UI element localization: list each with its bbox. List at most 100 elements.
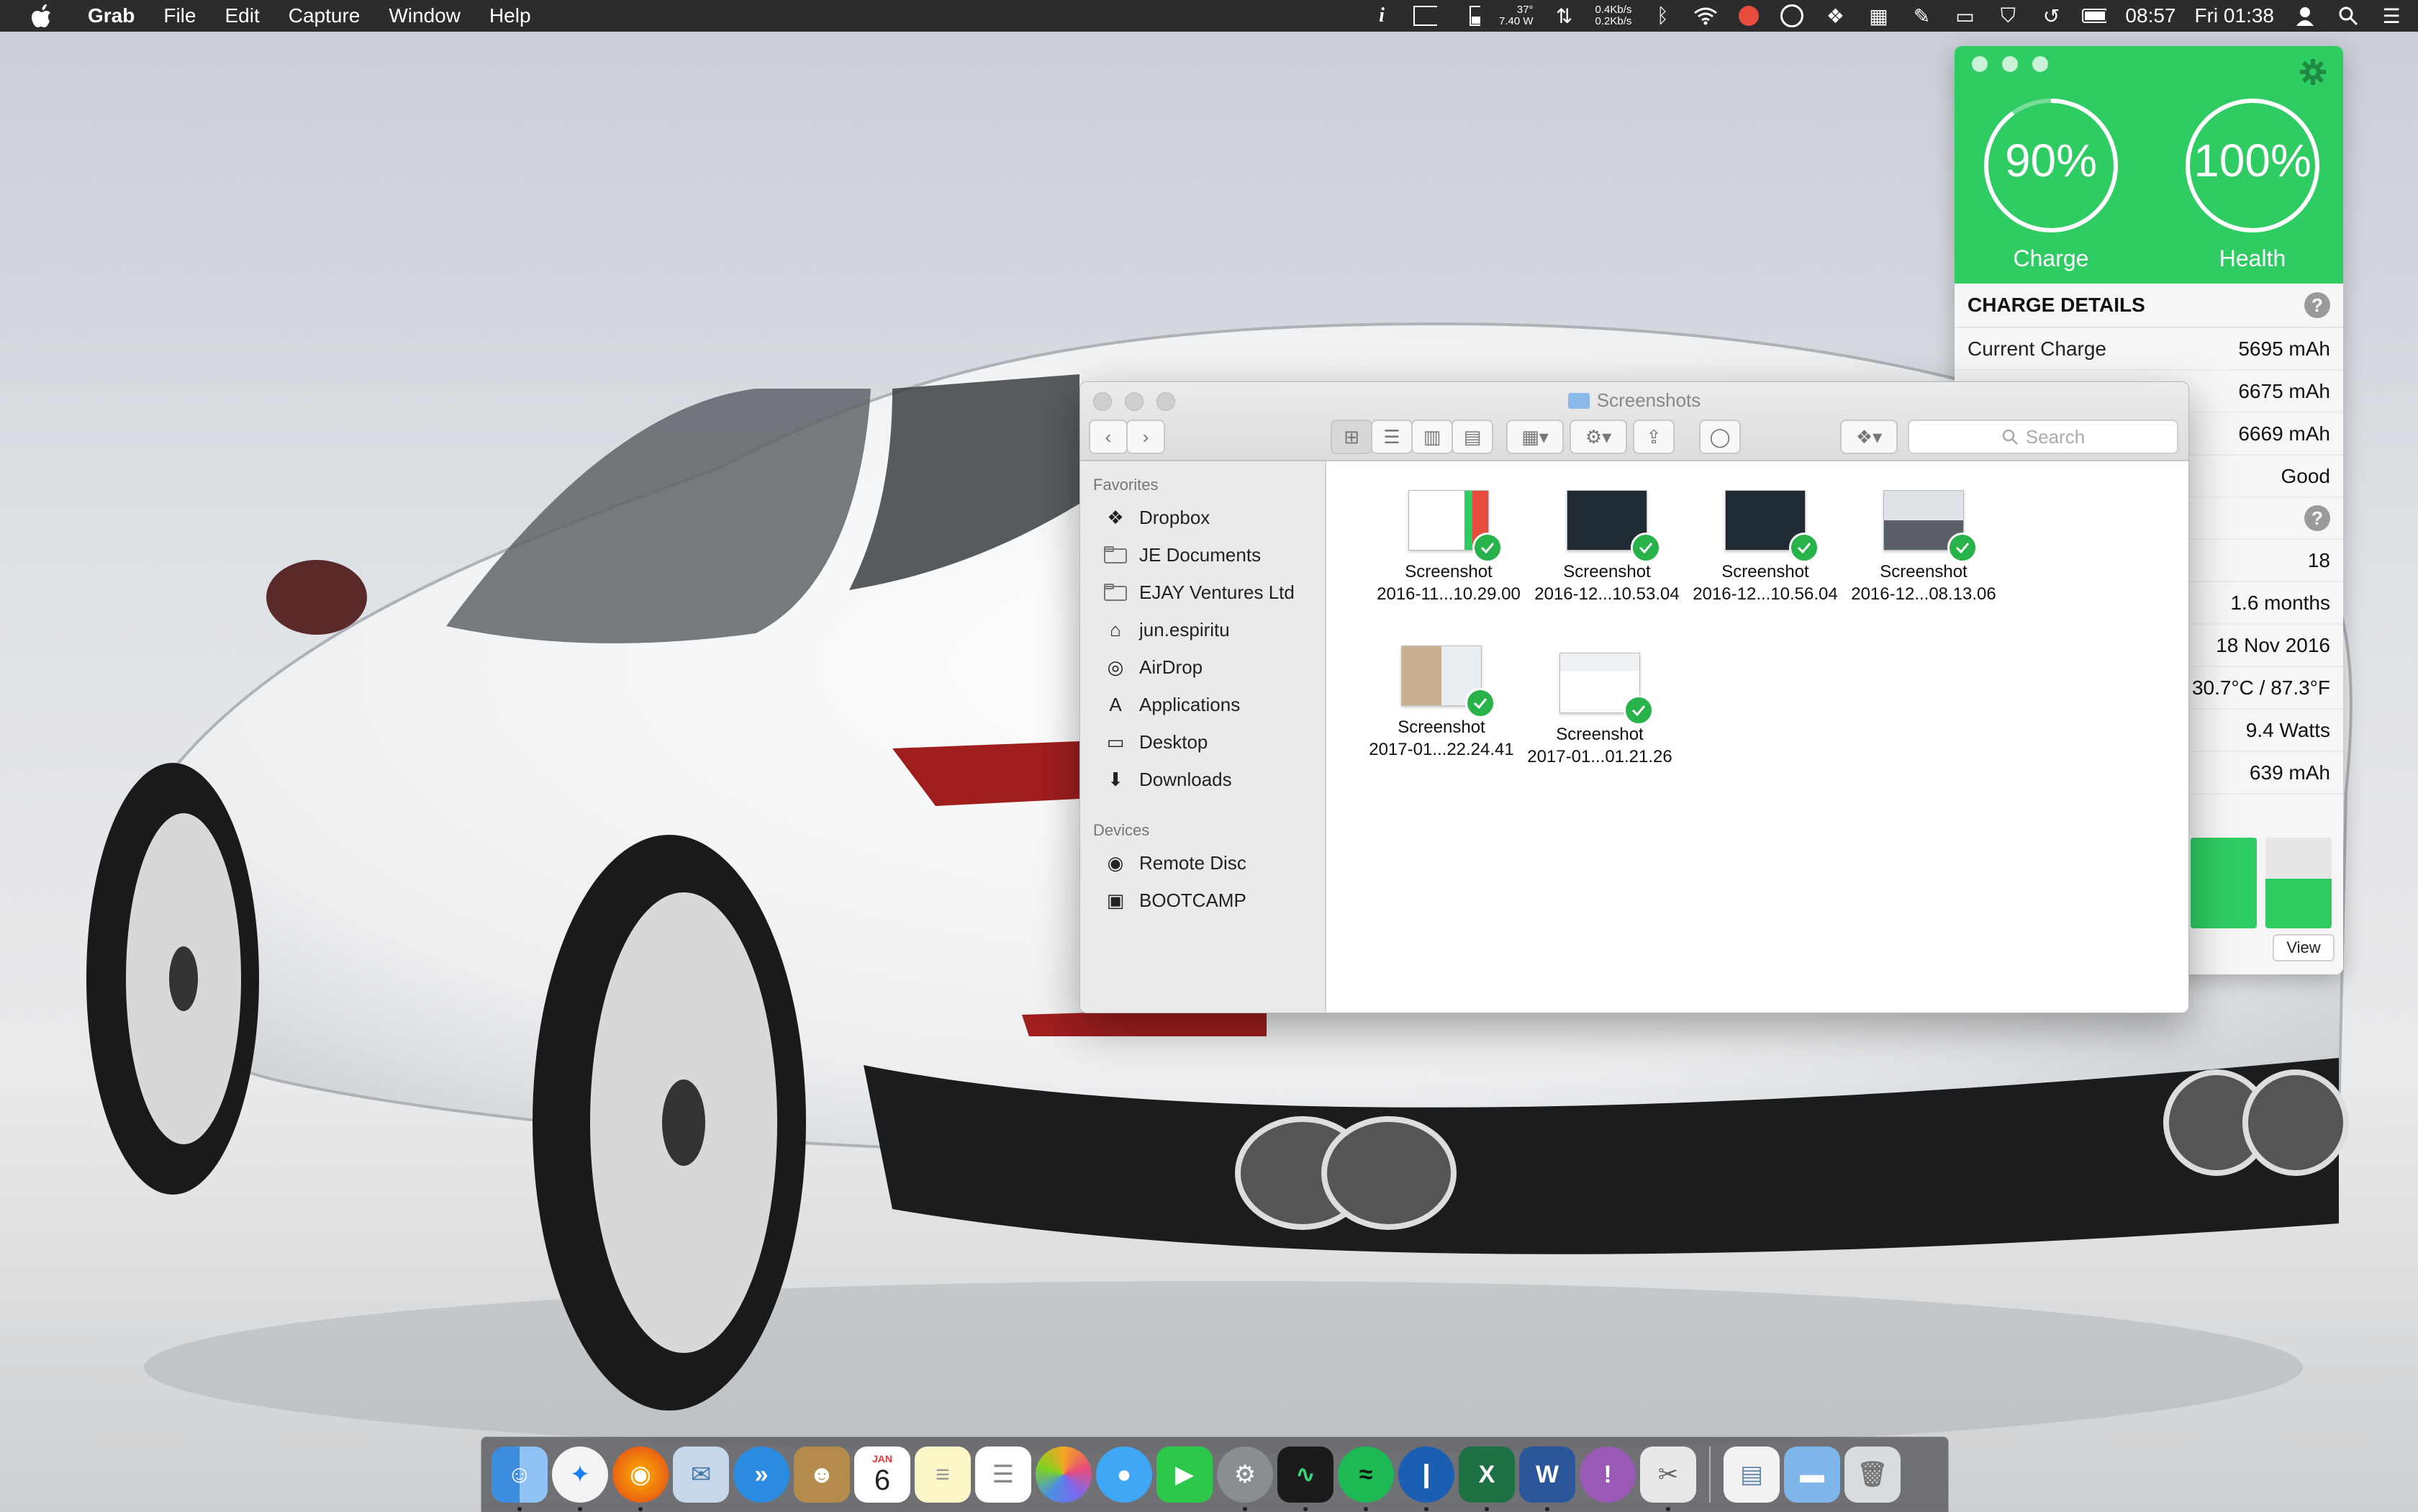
action-gear-button[interactable]: ⚙▾: [1570, 420, 1627, 454]
preview-icon[interactable]: ✂: [1640, 1447, 1696, 1511]
health-gauge: 100% Health: [2181, 94, 2324, 272]
menu-file[interactable]: File: [149, 0, 210, 32]
fast-forward-icon[interactable]: »: [733, 1447, 789, 1503]
menu-capture[interactable]: Capture: [274, 0, 375, 32]
battery-icon[interactable]: [2082, 5, 2107, 27]
gear-icon[interactable]: [2299, 58, 2327, 86]
spotlight-search-icon[interactable]: [2336, 5, 2360, 27]
file-item[interactable]: Screenshot 2016-12...10.53.04: [1528, 490, 1686, 605]
facetime-icon[interactable]: ▶: [1156, 1447, 1213, 1503]
airplay-icon[interactable]: ▭: [1952, 5, 1977, 27]
battery-time-text[interactable]: 08:57: [2125, 0, 2175, 32]
health-label: Health: [2219, 245, 2286, 271]
sidebar-item-home[interactable]: ⌂ jun.espiritu: [1080, 611, 1325, 648]
menu-help[interactable]: Help: [475, 0, 545, 32]
excel-icon[interactable]: X: [1459, 1447, 1515, 1511]
column-view-button[interactable]: ▥: [1411, 420, 1453, 454]
tags-button[interactable]: ◯: [1699, 420, 1741, 454]
file-item[interactable]: Screenshot 2016-12...10.56.04: [1686, 490, 1844, 605]
sidebar-item-desktop[interactable]: ▭ Desktop: [1080, 723, 1325, 761]
network-arrows-icon[interactable]: ⇅: [1552, 5, 1577, 27]
sidebar-item-je-documents[interactable]: JE Documents: [1080, 536, 1325, 574]
system-preferences-icon[interactable]: ⚙: [1217, 1447, 1273, 1511]
minimize-button[interactable]: [2002, 56, 2018, 72]
documents-stack-icon[interactable]: ▤: [1724, 1447, 1780, 1503]
zoom-button[interactable]: [2032, 56, 2048, 72]
safari-icon[interactable]: ✦: [552, 1447, 608, 1511]
cover-flow-button[interactable]: ▤: [1452, 420, 1493, 454]
calendar-icon[interactable]: JAN 6: [854, 1447, 910, 1503]
sidebar-item-airdrop[interactable]: ◎ AirDrop: [1080, 648, 1325, 686]
contacts-icon[interactable]: ☻: [794, 1447, 850, 1503]
sidebar-item-bootcamp[interactable]: ▣ BOOTCAMP: [1080, 882, 1325, 919]
list-view-button[interactable]: ☰: [1371, 420, 1413, 454]
file-item[interactable]: Screenshot 2016-11...10.29.00: [1369, 490, 1528, 605]
clock-text[interactable]: Fri 01:38: [2195, 0, 2275, 32]
activity-monitor-icon[interactable]: ∿: [1277, 1447, 1333, 1511]
close-button[interactable]: [1972, 56, 1988, 72]
cpu-meter-icon[interactable]: [1413, 5, 1438, 27]
sidebar-item-downloads[interactable]: ⬇ Downloads: [1080, 761, 1325, 798]
reminders-icon[interactable]: ☰: [975, 1447, 1031, 1503]
file-item[interactable]: Screenshot 2016-12...08.13.06: [1844, 490, 2003, 605]
menu-edit[interactable]: Edit: [210, 0, 273, 32]
sidebar-item-ejay-ventures[interactable]: EJAY Ventures Ltd: [1080, 574, 1325, 611]
sync-check-icon: [1472, 533, 1503, 563]
bluetooth-icon[interactable]: ᛒ: [1650, 4, 1675, 27]
notes-icon[interactable]: ≡: [915, 1447, 971, 1503]
sidebar-item-remote-disc[interactable]: ◉ Remote Disc: [1080, 844, 1325, 882]
file-item[interactable]: Screenshot 2017-01...01.21.26: [1521, 653, 1679, 768]
help-icon[interactable]: ?: [2304, 505, 2330, 531]
info-icon[interactable]: i: [1369, 4, 1394, 27]
dropbox-menu-icon[interactable]: ❖: [1823, 5, 1847, 27]
messages-icon[interactable]: ●: [1096, 1447, 1152, 1503]
battery-history-bars: [2191, 838, 2332, 928]
lock-app-icon[interactable]: [1736, 5, 1761, 27]
firefox-icon[interactable]: ◉: [612, 1447, 669, 1511]
forward-button[interactable]: ›: [1126, 420, 1165, 454]
search-field[interactable]: Search: [1908, 420, 2178, 454]
trash-icon[interactable]: 🗑: [1844, 1447, 1901, 1503]
file-date: 2016-11...10.29.00: [1377, 584, 1521, 604]
shield-icon[interactable]: ⛉: [1996, 4, 2020, 27]
apple-menu-icon[interactable]: [26, 0, 58, 32]
charge-details-title: CHARGE DETAILS: [1968, 294, 2145, 316]
file-date: 2016-12...10.56.04: [1693, 584, 1838, 604]
file-name: Screenshot: [1721, 562, 1809, 581]
network-readout[interactable]: 0.4Kb/s 0.2Kb/s: [1595, 4, 1632, 27]
search-placeholder: Search: [2025, 425, 2086, 448]
file-item[interactable]: Screenshot 2017-01...22.24.41: [1362, 646, 1521, 761]
eraser-icon[interactable]: ✎: [1909, 5, 1934, 27]
photos-icon[interactable]: [1036, 1447, 1092, 1503]
sidebar-item-label: jun.espiritu: [1139, 618, 1230, 640]
charge-gauge: 90% Charge: [1979, 94, 2123, 272]
menu-app-name[interactable]: Grab: [73, 0, 149, 32]
sidebar-item-dropbox[interactable]: ❖ Dropbox: [1080, 499, 1325, 536]
onepassword-menu-icon[interactable]: [1780, 4, 1804, 27]
memory-meter-icon[interactable]: [1456, 5, 1481, 27]
applications-folder-icon[interactable]: ▬: [1784, 1447, 1840, 1503]
menu-window[interactable]: Window: [374, 0, 475, 32]
wifi-icon[interactable]: [1693, 5, 1718, 27]
temperature-text: 37°: [1516, 4, 1534, 16]
help-icon[interactable]: ?: [2304, 292, 2330, 318]
purple-app-icon[interactable]: !: [1580, 1447, 1636, 1503]
layout-grid-icon[interactable]: ▦: [1866, 5, 1891, 27]
time-machine-icon[interactable]: ↺: [2039, 5, 2063, 27]
sidebar-item-applications[interactable]: A Applications: [1080, 686, 1325, 723]
user-icon[interactable]: [2293, 5, 2317, 27]
icon-view-button[interactable]: ⊞: [1331, 420, 1372, 454]
back-button[interactable]: ‹: [1089, 420, 1128, 454]
share-button[interactable]: ⇪: [1633, 420, 1675, 454]
sensor-readout[interactable]: 37° 7.40 W: [1499, 4, 1534, 27]
arrange-button[interactable]: ▦▾: [1506, 420, 1564, 454]
mail-icon[interactable]: ✉: [673, 1447, 729, 1503]
1password-icon[interactable]: ❙: [1398, 1447, 1454, 1511]
finder-icon[interactable]: ☺: [492, 1447, 548, 1511]
notification-center-icon[interactable]: ☰: [2379, 5, 2404, 27]
file-name: Screenshot: [1563, 562, 1651, 581]
spotify-icon[interactable]: ≈: [1338, 1447, 1394, 1511]
view-button[interactable]: View: [2273, 934, 2335, 961]
word-icon[interactable]: W: [1519, 1447, 1575, 1511]
dropbox-toolbar-button[interactable]: ❖▾: [1840, 420, 1898, 454]
